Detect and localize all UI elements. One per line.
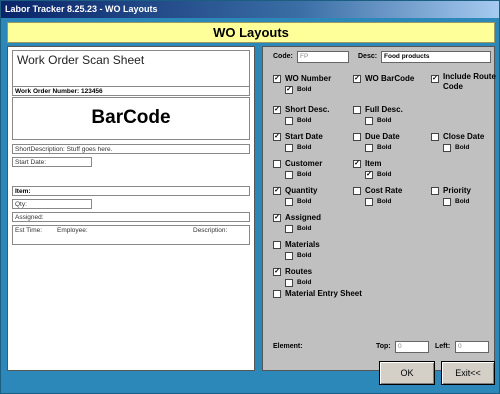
options-panel: Code: FP Desc: Food products ✓ WO Number ✓… (262, 46, 496, 371)
preview-employee-label: Employee: (57, 227, 88, 234)
page-title: WO Layouts (7, 22, 495, 43)
customer-bold-label: Bold (297, 171, 312, 178)
wo-number-label: WO Number (285, 74, 332, 83)
wo-barcode-checkbox[interactable]: ✓ (353, 75, 361, 83)
materials-bold-checkbox[interactable] (285, 252, 293, 260)
due-date-bold-label: Bold (377, 144, 392, 151)
full-desc-bold-label: Bold (377, 117, 392, 124)
assigned-label: Assigned (285, 213, 322, 222)
code-label: Code: (273, 53, 293, 60)
ok-button[interactable]: OK (379, 361, 435, 385)
cost-rate-bold-label: Bold (377, 198, 392, 205)
priority-bold-checkbox[interactable] (443, 198, 451, 206)
full-desc-checkbox[interactable] (353, 106, 361, 114)
preview-start-date-field[interactable]: Start Date: (12, 157, 92, 167)
routes-bold-label: Bold (297, 279, 312, 286)
wo-number-checkbox[interactable]: ✓ (273, 75, 281, 83)
desc-input[interactable]: Food products (381, 51, 491, 63)
wo-number-bold-label: Bold (297, 86, 312, 93)
short-desc-checkbox[interactable]: ✓ (273, 106, 281, 114)
wo-number-bold-checkbox[interactable]: ✓ (285, 86, 293, 94)
preview-wo-number-field[interactable]: Work Order Number: 123456 (12, 86, 250, 96)
element-label: Element: (273, 343, 303, 350)
close-date-bold-checkbox[interactable] (443, 144, 451, 152)
preview-description-label: Description: (193, 227, 228, 234)
routes-label: Routes (285, 267, 313, 276)
preview-short-desc-field[interactable]: ShortDescription: Stuff goes here. (12, 144, 250, 154)
quantity-bold-checkbox[interactable] (285, 198, 293, 206)
routes-bold-checkbox[interactable] (285, 279, 293, 287)
layout-preview-panel: Work Order Scan Sheet Work Order Number:… (7, 46, 255, 371)
cost-rate-bold-checkbox[interactable] (365, 198, 373, 206)
top-input[interactable]: 0 (395, 341, 429, 353)
preview-routes-block[interactable]: Est Time: Employee: Description: (12, 225, 250, 245)
full-desc-label: Full Desc. (365, 105, 403, 114)
top-label: Top: (376, 343, 391, 350)
close-date-checkbox[interactable] (431, 133, 439, 141)
preview-barcode-field[interactable]: BarCode (12, 97, 250, 140)
preview-est-time-label: Est Time: (15, 227, 43, 234)
start-date-bold-checkbox[interactable] (285, 144, 293, 152)
quantity-label: Quantity (285, 186, 318, 195)
item-checkbox[interactable]: ✓ (353, 160, 361, 168)
due-date-label: Due Date (365, 132, 400, 141)
title-bar: Labor Tracker 8.25.23 - WO Layouts (1, 1, 499, 18)
left-label: Left: (435, 343, 451, 350)
item-bold-checkbox[interactable]: ✓ (365, 171, 373, 179)
short-desc-label: Short Desc. (285, 105, 330, 114)
start-date-label: Start Date (285, 132, 323, 141)
start-date-checkbox[interactable]: ✓ (273, 133, 281, 141)
wo-barcode-label: WO BarCode (365, 74, 415, 83)
materials-label: Materials (285, 240, 320, 249)
preview-item-field[interactable]: Item: (12, 186, 250, 196)
preview-qty-field[interactable]: Qty: (12, 199, 92, 209)
include-route-code-checkbox[interactable]: ✓ (431, 75, 439, 83)
due-date-checkbox[interactable] (353, 133, 361, 141)
cost-rate-label: Cost Rate (365, 186, 403, 195)
app-window: Labor Tracker 8.25.23 - WO Layouts WO La… (0, 0, 500, 394)
customer-bold-checkbox[interactable] (285, 171, 293, 179)
priority-checkbox[interactable] (431, 187, 439, 195)
include-route-code-label: Include Route Code (443, 72, 496, 91)
exit-button[interactable]: Exit<< (441, 361, 495, 385)
customer-label: Customer (285, 159, 323, 168)
customer-checkbox[interactable] (273, 160, 281, 168)
assigned-checkbox[interactable]: ✓ (273, 214, 281, 222)
quantity-checkbox[interactable]: ✓ (273, 187, 281, 195)
materials-checkbox[interactable] (273, 241, 281, 249)
short-desc-bold-checkbox[interactable] (285, 117, 293, 125)
item-label: Item (365, 159, 382, 168)
code-input[interactable]: FP (297, 51, 349, 63)
priority-bold-label: Bold (455, 198, 470, 205)
close-date-label: Close Date (443, 132, 485, 141)
priority-label: Priority (443, 186, 472, 195)
desc-label: Desc: (358, 53, 378, 60)
cost-rate-checkbox[interactable] (353, 187, 361, 195)
due-date-bold-checkbox[interactable] (365, 144, 373, 152)
routes-checkbox[interactable]: ✓ (273, 268, 281, 276)
material-entry-sheet-label: Material Entry Sheet (285, 289, 362, 298)
close-date-bold-label: Bold (455, 144, 470, 151)
short-desc-bold-label: Bold (297, 117, 312, 124)
full-desc-bold-checkbox[interactable] (365, 117, 373, 125)
left-input[interactable]: 0 (455, 341, 489, 353)
material-entry-sheet-checkbox[interactable] (273, 290, 281, 298)
assigned-bold-label: Bold (297, 225, 312, 232)
quantity-bold-label: Bold (297, 198, 312, 205)
materials-bold-label: Bold (297, 252, 312, 259)
start-date-bold-label: Bold (297, 144, 312, 151)
preview-title-field[interactable]: Work Order Scan Sheet (12, 50, 250, 88)
assigned-bold-checkbox[interactable] (285, 225, 293, 233)
element-position-bar: Element: Top: 0 Left: 0 (263, 339, 496, 355)
preview-assigned-field[interactable]: Assigned: (12, 212, 250, 222)
item-bold-label: Bold (377, 171, 392, 178)
